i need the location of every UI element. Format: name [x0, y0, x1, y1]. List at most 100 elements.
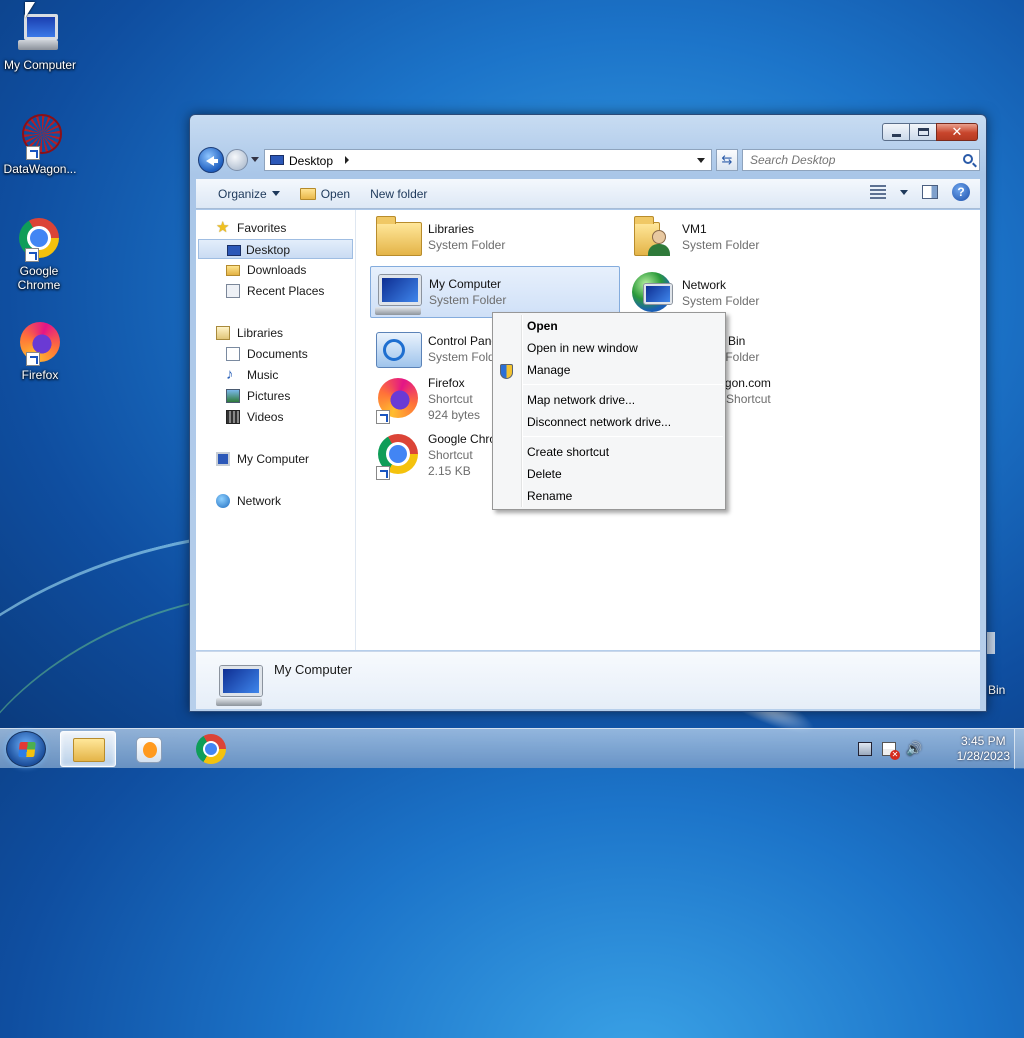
refresh-icon: ⇆ [721, 152, 733, 167]
recent-pages-dropdown[interactable] [251, 157, 259, 162]
nav-videos[interactable]: Videos [226, 407, 283, 427]
menu-item-delete[interactable]: Delete [527, 463, 562, 485]
menu-item-map-network-drive[interactable]: Map network drive... [527, 389, 635, 411]
network-icon [628, 270, 676, 318]
nav-desktop[interactable]: Desktop [198, 239, 353, 259]
nav-label: My Computer [237, 452, 310, 466]
nav-label: Libraries [237, 326, 284, 340]
taskbar: 🔊 3:45 PM 1/28/2023 [0, 728, 1024, 769]
nav-pictures[interactable]: Pictures [226, 386, 290, 406]
more-views-dropdown[interactable] [900, 189, 908, 195]
nav-label: Desktop [246, 243, 291, 257]
nav-network[interactable]: Network [216, 491, 281, 511]
folder-icon [73, 738, 105, 762]
nav-label: Downloads [247, 263, 307, 277]
close-button[interactable]: ✕ [936, 123, 978, 141]
nav-downloads[interactable]: Downloads [226, 260, 306, 280]
shortcut-arrow-icon [376, 466, 390, 480]
new-folder-button[interactable]: New folder [360, 182, 437, 206]
menu-item-rename[interactable]: Rename [527, 485, 572, 507]
search-input[interactable] [748, 151, 948, 169]
minimize-button[interactable] [882, 123, 910, 141]
address-location[interactable]: Desktop [289, 154, 333, 168]
start-button[interactable] [6, 731, 46, 767]
chrome-icon [196, 734, 226, 764]
file-item-my-computer[interactable]: My Computer System Folder [370, 266, 620, 318]
nav-my-computer[interactable]: My Computer [216, 449, 309, 469]
desktop-icon-label: DataWagon... [3, 162, 77, 176]
organize-label: Organize [218, 186, 267, 201]
search-box[interactable] [742, 149, 980, 171]
nav-label: Pictures [247, 389, 291, 403]
new-folder-label: New folder [370, 186, 428, 201]
close-icon: ✕ [951, 124, 963, 139]
item-size: 2.15 KB [428, 464, 471, 478]
breadcrumb-arrow-icon[interactable] [345, 156, 349, 164]
nav-recent-places[interactable]: Recent Places [226, 281, 324, 301]
computer-icon [216, 452, 230, 466]
preview-pane-icon[interactable] [922, 185, 938, 199]
change-view-icon[interactable] [870, 185, 886, 199]
refresh-button[interactable]: ⇆ [716, 149, 738, 171]
desktop-icon-datawagon[interactable]: DataWagon... [0, 112, 80, 176]
window-controls: ✕ [882, 123, 978, 141]
taskbar-chrome[interactable] [184, 731, 240, 767]
folder-open-icon [299, 187, 316, 200]
shortcut-arrow-icon [25, 248, 39, 262]
search-icon[interactable] [963, 154, 973, 164]
forward-button[interactable] [226, 149, 248, 171]
desktop-icon-my-computer[interactable]: My Computer [0, 8, 80, 72]
taskbar-explorer[interactable] [60, 731, 116, 767]
nav-label: Network [237, 494, 282, 508]
star-icon: ★ [216, 219, 230, 236]
pictures-icon [226, 389, 240, 403]
back-button[interactable] [198, 147, 224, 173]
item-type: System Folder [428, 238, 506, 252]
file-item-libraries[interactable]: Libraries System Folder [370, 212, 620, 264]
menu-item-create-shortcut[interactable]: Create shortcut [527, 441, 609, 463]
context-menu: Open Open in new window Manage Map netwo… [492, 312, 726, 510]
shortcut-arrow-icon [26, 352, 40, 366]
menu-item-manage[interactable]: Manage [527, 359, 570, 381]
help-icon[interactable]: ? [952, 183, 970, 201]
nav-label: Music [247, 368, 279, 382]
desktop-icon-google-chrome[interactable]: Google Chrome [0, 214, 78, 292]
shortcut-arrow-icon [376, 410, 390, 424]
menu-item-open-new-window[interactable]: Open in new window [527, 337, 638, 359]
nav-favorites[interactable]: ★ Favorites [216, 218, 286, 238]
nav-documents[interactable]: Documents [226, 344, 308, 364]
volume-icon[interactable]: 🔊 [906, 742, 922, 756]
command-bar: Organize Open New folder ? [196, 179, 980, 209]
mouse-cursor-icon [25, 2, 35, 18]
desktop-icon-firefox[interactable]: Firefox [0, 318, 80, 382]
item-size: 924 bytes [428, 408, 481, 422]
address-history-dropdown[interactable] [697, 158, 705, 163]
computer-icon [216, 660, 264, 706]
action-center-flag-icon[interactable] [882, 742, 900, 760]
desktop-icon [227, 245, 241, 256]
libraries-icon [216, 326, 230, 340]
organize-button[interactable]: Organize [208, 182, 290, 206]
network-status-icon[interactable] [858, 742, 872, 756]
item-name: Libraries [428, 222, 475, 236]
nav-label: Videos [247, 410, 284, 424]
taskbar-media-player[interactable] [122, 731, 178, 767]
nav-libraries[interactable]: Libraries [216, 323, 283, 343]
open-button[interactable]: Open [290, 182, 360, 206]
clock[interactable]: 3:45 PM 1/28/2023 [957, 734, 1010, 764]
maximize-button[interactable] [909, 123, 937, 141]
address-bar[interactable]: Desktop [264, 149, 712, 171]
item-type: System Folder [429, 293, 507, 307]
file-item-vm1[interactable]: VM1 System Folder [624, 212, 874, 264]
recent-places-icon [226, 284, 240, 298]
nav-music[interactable]: ♪ Music [226, 365, 278, 385]
menu-item-open[interactable]: Open [527, 315, 558, 337]
navigation-bar: Desktop ⇆ [198, 147, 980, 173]
navigation-pane: ★ Favorites Desktop Downloads Recent Pla… [196, 210, 356, 650]
menu-item-disconnect-network-drive[interactable]: Disconnect network drive... [527, 411, 671, 433]
computer-icon [375, 269, 423, 317]
show-desktop-button[interactable] [1014, 729, 1024, 769]
clock-date: 1/28/2023 [956, 749, 1010, 763]
network-icon [216, 494, 230, 508]
item-type: Shortcut [428, 448, 473, 462]
